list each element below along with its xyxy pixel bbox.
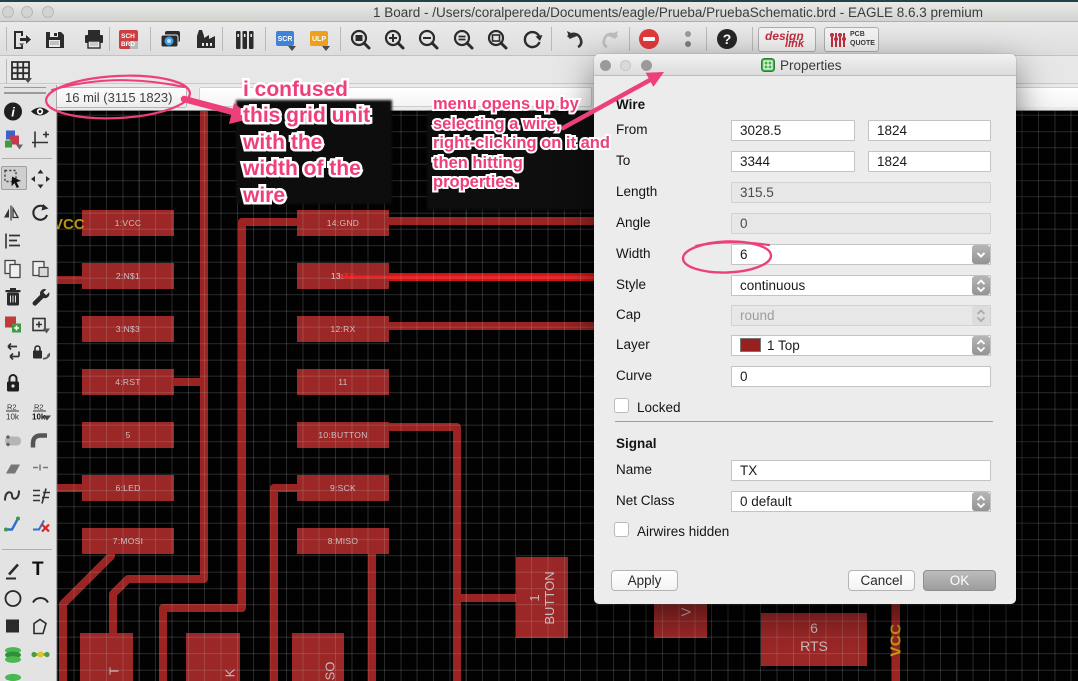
svg-text:R2: R2 <box>34 403 44 412</box>
svg-text:i: i <box>11 105 15 120</box>
svg-text:BRD: BRD <box>121 41 135 48</box>
svg-text:ULP: ULP <box>312 36 326 43</box>
svg-text:10k: 10k <box>32 413 46 422</box>
svg-text:SCR: SCR <box>278 36 293 43</box>
svg-text:R2: R2 <box>7 403 17 412</box>
svg-text:SCH: SCH <box>121 33 135 40</box>
svg-text:10k: 10k <box>6 413 20 422</box>
svg-text:?: ? <box>723 31 732 47</box>
